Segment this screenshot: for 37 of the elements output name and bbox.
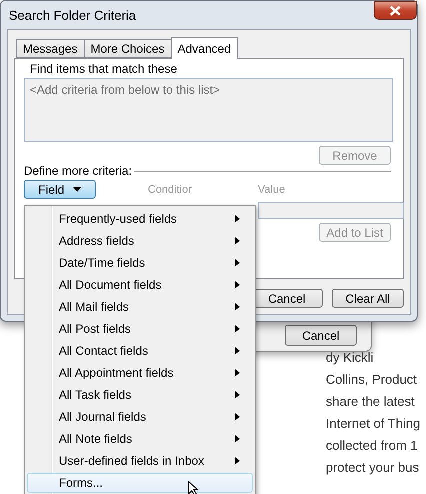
criteria-list-text: <Add criteria from below to this list>: [30, 83, 220, 97]
menu-item[interactable]: All Journal fields: [27, 407, 253, 427]
tab[interactable]: More Choices: [84, 39, 172, 58]
menu-item[interactable]: All Post fields: [27, 319, 253, 339]
menu-item[interactable]: All Document fields: [27, 275, 253, 295]
menu-item[interactable]: Forms...: [27, 473, 253, 493]
article-text-line: collected from 1: [326, 437, 419, 455]
value-field[interactable]: [258, 202, 404, 219]
define-criteria-label: Define more criteria:: [24, 164, 132, 178]
article-text-line: protect your bus: [326, 459, 420, 477]
article-text-line: share the latest: [326, 393, 416, 411]
mouse-pointer-icon: [188, 481, 200, 494]
menu-item[interactable]: Address fields: [27, 231, 253, 251]
menu-item[interactable]: User-defined fields in Inbox: [27, 451, 253, 471]
window-title: Search Folder Criteria: [8, 8, 136, 22]
tab[interactable]: Messages: [16, 39, 85, 58]
dialog-button[interactable]: Clear All: [332, 289, 404, 308]
menu-item[interactable]: All Task fields: [27, 385, 253, 405]
article-text-line: Collins, Product: [326, 371, 418, 389]
caret-icon: [72, 187, 82, 192]
menu-item[interactable]: Frequently-used fields: [27, 209, 253, 229]
field-dropdown-button[interactable]: Field: [24, 180, 96, 199]
article-text-line: Internet of Thing: [326, 415, 420, 433]
menu-item[interactable]: All Note fields: [27, 429, 253, 449]
menu-item[interactable]: All Mail fields: [27, 297, 253, 317]
menu-item[interactable]: Date/Time fields: [27, 253, 253, 273]
menu-item[interactable]: All Contact fields: [27, 341, 253, 361]
condition-label: Conditior: [148, 184, 194, 196]
article-text-line: dy Kickli: [326, 349, 375, 367]
close-button[interactable]: [374, 1, 417, 20]
menu-item[interactable]: All Appointment fields: [27, 363, 253, 383]
criteria-list[interactable]: <Add criteria from below to this list>: [24, 78, 393, 142]
cancel-button[interactable]: Cancel: [285, 325, 357, 346]
criteria-label: Find items that match these: [29, 62, 178, 76]
close-icon: [390, 6, 401, 16]
value-label: Value: [258, 184, 286, 196]
tab[interactable]: Advanced: [170, 37, 238, 59]
